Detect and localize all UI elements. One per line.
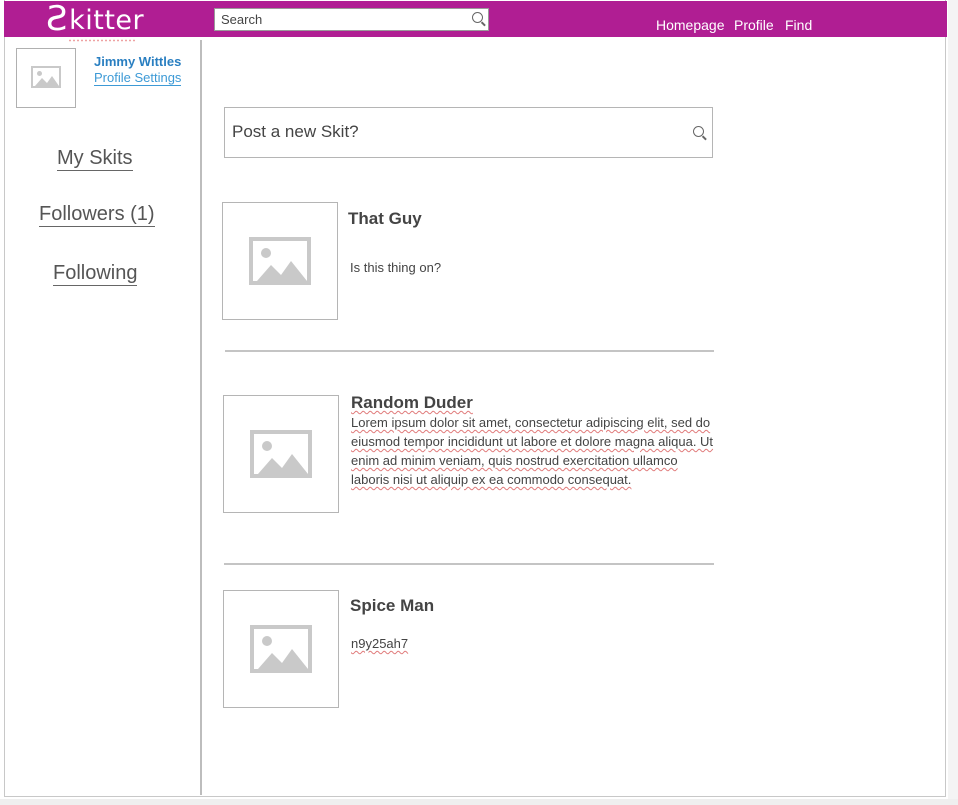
new-skit-input[interactable] (232, 120, 672, 144)
new-skit-composer[interactable] (224, 107, 713, 158)
image-placeholder-icon (250, 430, 312, 478)
skit-divider (224, 563, 714, 565)
search-icon[interactable] (472, 12, 483, 23)
search-icon[interactable] (693, 126, 704, 137)
skit-author-avatar[interactable] (222, 202, 338, 320)
search-field[interactable] (214, 8, 489, 31)
sidebar-item-following[interactable]: Following (53, 261, 138, 286)
sidebar-divider (200, 40, 202, 795)
spellcheck-underline (68, 39, 136, 42)
skit-divider (225, 350, 714, 352)
skit-author-name[interactable]: Random Duder (351, 393, 473, 413)
skit-author-name[interactable]: Spice Man (350, 596, 434, 616)
logo-text: kitter (69, 5, 145, 36)
app-logo[interactable]: Ƨkitter (46, 0, 145, 39)
page-background-bottom (0, 799, 958, 805)
top-bar: Ƨkitter Homepage Profile Find (4, 1, 947, 37)
nav-homepage[interactable]: Homepage (656, 17, 725, 33)
skit-author-name[interactable]: That Guy (348, 209, 422, 229)
avatar[interactable] (16, 48, 76, 108)
search-input[interactable] (221, 10, 461, 29)
skit-author-avatar[interactable] (223, 590, 339, 708)
profile-settings-link[interactable]: Profile Settings (94, 70, 182, 86)
nav-profile[interactable]: Profile (734, 17, 774, 33)
sidebar-item-followers[interactable]: Followers (1) (39, 202, 155, 227)
image-placeholder-icon (31, 66, 61, 88)
user-name[interactable]: Jimmy Wittles (94, 54, 181, 69)
nav-find[interactable]: Find (785, 17, 812, 33)
image-placeholder-icon (250, 625, 312, 673)
skit-text: n9y25ah7 (351, 636, 409, 651)
skit-author-avatar[interactable] (223, 395, 339, 513)
skit-text: Is this thing on? (350, 260, 442, 275)
logo-mark: Ƨ (46, 0, 69, 39)
page-background-edge (948, 0, 958, 800)
sidebar-item-my-skits[interactable]: My Skits (57, 146, 133, 171)
image-placeholder-icon (249, 237, 311, 285)
skit-text: Lorem ipsum dolor sit amet, consectetur … (351, 415, 714, 487)
